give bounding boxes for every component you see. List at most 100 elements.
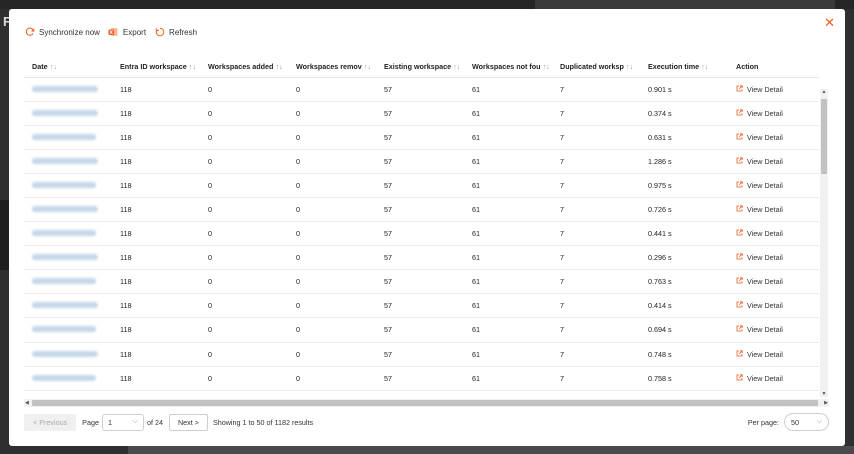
view-detail-link[interactable]: View Detail [736,181,783,190]
sort-icon[interactable]: ↑↓ [50,62,57,71]
sort-icon[interactable]: ↑↓ [543,62,550,71]
scroll-left-arrow-icon[interactable]: ◀ [25,399,29,407]
date-cell [24,342,112,367]
cell-not-found: 61 [464,77,552,102]
cell-removed: 0 [288,125,376,150]
view-detail-label: View Detail [747,180,783,190]
action-cell: View Detail [728,149,819,174]
cell-exec: 0.726 s [640,197,728,223]
vertical-scrollbar[interactable]: ▲ ▼ [820,89,828,397]
cell-exec: 0.414 s [640,293,728,319]
export-button[interactable]: X Export [108,27,146,38]
column-header-label: Date [32,62,48,72]
view-detail-link[interactable]: View Detail [736,277,783,286]
chevron-down-icon: ⌵ [132,418,138,425]
results-summary: Showing 1 to 50 of 1182 results [212,417,314,427]
cell-exec: 1.286 s [640,149,728,174]
cell-duplicated: 7 [552,101,640,126]
cell-duplicated: 7 [552,342,640,367]
sort-icon[interactable]: ↑↓ [626,62,633,71]
external-link-icon [736,157,743,166]
cell-existing: 57 [376,269,464,295]
redacted-date [32,350,98,357]
cell-duplicated: 7 [552,269,640,295]
view-detail-label: View Detail [747,156,783,166]
cell-exec: 0.763 s [640,269,728,295]
sort-icon[interactable]: ↑↓ [364,62,371,71]
cell-removed: 0 [288,173,376,198]
redacted-date [32,326,96,333]
view-detail-link[interactable]: View Detail [736,85,783,94]
column-header[interactable]: Execution time ↑↓ [640,57,728,78]
cell-duplicated: 7 [552,173,640,198]
column-header: Action [728,57,819,78]
view-detail-link[interactable]: View Detail [736,350,783,359]
view-detail-link[interactable]: View Detail [736,157,783,166]
refresh-icon [154,27,165,38]
cell-added: 0 [200,173,288,198]
table-row: 118 0 0 57 61 7 0.901 s View Detail [24,77,819,102]
view-detail-link[interactable]: View Detail [736,253,783,262]
per-page-select[interactable]: 50 ⌵ [784,413,829,431]
current-page-value: 1 [107,417,112,427]
view-detail-label: View Detail [747,132,783,142]
sort-icon[interactable]: ↑↓ [701,62,708,71]
cell-removed: 0 [288,77,376,102]
date-cell [24,125,112,150]
redacted-date [32,181,96,188]
cell-added: 0 [200,317,288,343]
cell-existing: 57 [376,293,464,319]
table-row: 118 0 0 57 61 7 0.296 s View Detail [24,245,819,271]
cell-removed: 0 [288,342,376,367]
table-row: 118 0 0 57 61 7 0.748 s View Detail [24,342,819,367]
previous-page-button[interactable]: < Previous [24,413,77,431]
column-header-label: Existing workspace [384,62,452,72]
view-detail-link[interactable]: View Detail [736,325,783,334]
horizontal-scroll-thumb[interactable] [32,400,818,406]
column-header[interactable]: Duplicated worksp ↑↓ [552,57,640,78]
vertical-scroll-thumb[interactable] [821,99,827,174]
scroll-up-arrow-icon[interactable]: ▲ [820,89,828,95]
cell-existing: 57 [376,77,464,102]
column-header[interactable]: Date ↑↓ [24,57,112,78]
redacted-date [32,230,96,237]
refresh-button[interactable]: Refresh [154,27,197,38]
next-page-button[interactable]: Next > [168,413,208,431]
sort-icon[interactable]: ↑↓ [275,62,282,71]
action-cell: View Detail [728,173,819,198]
action-cell: View Detail [728,245,819,271]
cell-exec: 0.441 s [640,221,728,247]
column-header[interactable]: Workspaces not fou ↑↓ [464,57,552,78]
horizontal-scrollbar[interactable]: ◀ ▶ [24,399,829,407]
column-header[interactable]: Workspaces remov ↑↓ [288,57,376,78]
cell-added: 0 [200,125,288,150]
cell-existing: 57 [376,342,464,367]
history-table-container[interactable]: Date ↑↓ Entra ID workspace ↑↓ Workspaces add… [24,57,830,393]
column-header[interactable]: Existing workspace ↑↓ [376,57,464,78]
scroll-down-arrow-icon[interactable]: ▼ [820,391,828,397]
view-detail-link[interactable]: View Detail [736,133,783,142]
table-row: 118 0 0 57 61 7 1.286 s View Detail [24,149,819,174]
synchronize-now-button[interactable]: Synchronize now [24,27,100,38]
view-detail-link[interactable]: View Detail [736,205,783,214]
page-select[interactable]: 1 ⌵ [101,413,144,431]
column-header[interactable]: Entra ID workspace ↑↓ [112,57,200,78]
cell-added: 0 [200,221,288,247]
view-detail-link[interactable]: View Detail [736,229,783,238]
cell-removed: 0 [288,149,376,174]
scroll-right-arrow-icon[interactable]: ▶ [824,399,828,407]
cell-existing: 57 [376,149,464,174]
cell-duplicated: 7 [552,221,640,247]
per-page-control: Per page: 50 ⌵ [748,413,829,431]
redacted-date [32,109,98,116]
view-detail-label: View Detail [747,277,783,287]
sort-icon[interactable]: ↑↓ [189,62,196,71]
sort-icon[interactable]: ↑↓ [453,62,460,71]
action-cell: View Detail [728,125,819,150]
view-detail-link[interactable]: View Detail [736,374,783,383]
view-detail-link[interactable]: View Detail [736,301,783,310]
column-header[interactable]: Workspaces added ↑↓ [200,57,288,78]
view-detail-label: View Detail [747,229,783,239]
close-icon[interactable]: ✕ [824,16,835,29]
view-detail-link[interactable]: View Detail [736,109,783,118]
